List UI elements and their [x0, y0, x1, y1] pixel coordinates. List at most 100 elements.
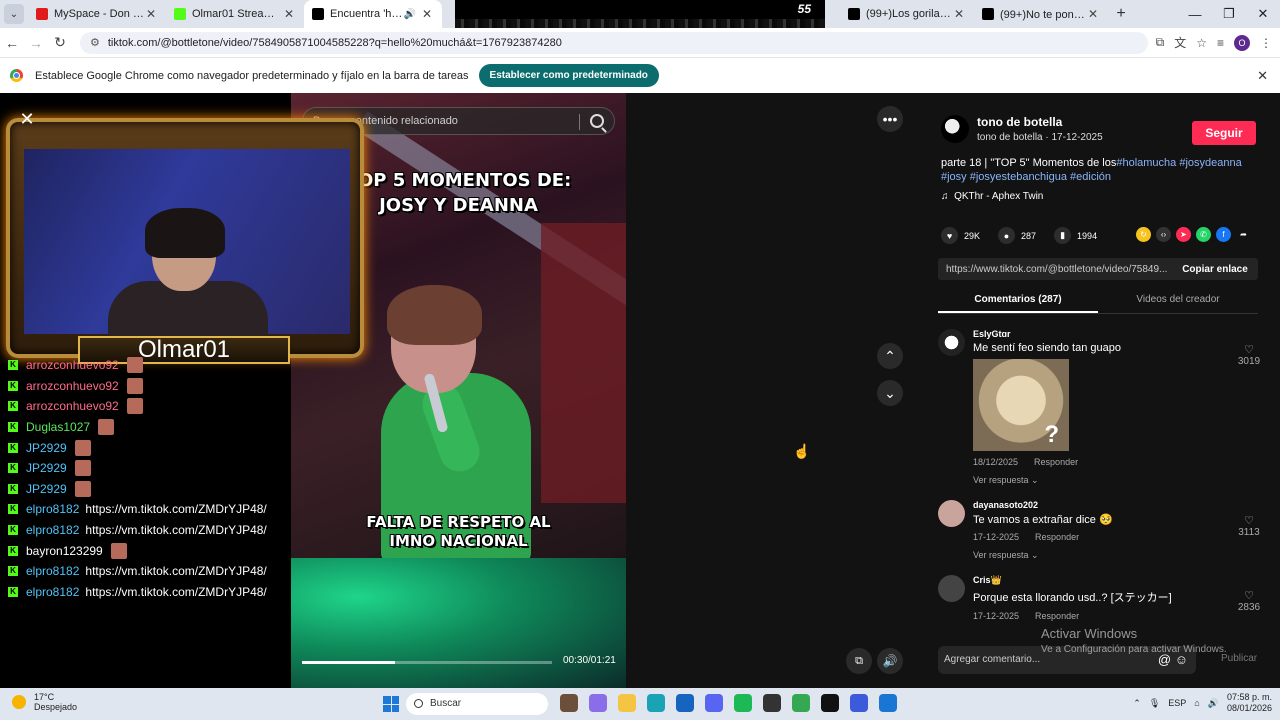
comment-author[interactable]: EslyGtɑr [973, 325, 1240, 339]
address-bar[interactable]: ⚙ tiktok.com/@bottletone/video/758490587… [80, 31, 1148, 54]
language-indicator[interactable]: ESP [1168, 698, 1186, 708]
menu-icon[interactable]: ⋮ [1260, 36, 1272, 50]
chevron-down-icon[interactable]: ⌄ [877, 380, 903, 406]
profile-avatar[interactable]: O [1234, 34, 1250, 51]
edge-icon[interactable] [647, 694, 665, 712]
close-icon[interactable]: ✕ [1086, 7, 1100, 21]
heart-icon[interactable]: ♡ [1234, 589, 1264, 602]
comment-like[interactable]: ♡ 3113 [1234, 514, 1264, 538]
site-info-icon[interactable]: ⚙ [90, 36, 100, 49]
heart-icon[interactable]: ♥ [941, 227, 958, 244]
music-title[interactable]: QKThr - Aphex Twin [954, 191, 1043, 202]
view-replies[interactable]: Ver respuesta ⌄ [973, 550, 1240, 561]
reload-icon[interactable]: ↻ [48, 34, 72, 51]
reply-button[interactable]: Responder [1035, 611, 1079, 621]
app-icon[interactable] [850, 694, 868, 712]
whatsapp-icon[interactable]: ✆ [1196, 227, 1211, 242]
hashtag-links[interactable]: #holamucha #josydeanna [1116, 157, 1241, 169]
view-replies[interactable]: Ver respuesta ⌄ [973, 475, 1240, 486]
clock[interactable]: 07:58 p. m. 08/01/2026 [1227, 692, 1272, 714]
network-icon[interactable]: ⌂ [1194, 698, 1199, 708]
set-default-button[interactable]: Establecer como predeterminado [478, 64, 659, 87]
heart-icon[interactable]: ♡ [1234, 343, 1264, 356]
video-link[interactable]: https://www.tiktok.com/@bottletone/video… [938, 264, 1172, 275]
reply-button[interactable]: Responder [1034, 457, 1078, 467]
avatar[interactable] [938, 575, 965, 602]
close-icon[interactable]: ✕ [282, 7, 296, 21]
mic-icon[interactable]: 🎙 [1149, 698, 1160, 709]
tab-no-te-ponches[interactable]: (99+)No te ponches 🌶️ ... ✕ [974, 0, 1108, 28]
chevron-up-icon[interactable]: ⌃ [1133, 698, 1141, 709]
install-app-icon[interactable]: ⧉ [1156, 35, 1165, 50]
floating-player-icon[interactable]: ⧉ [846, 648, 872, 674]
chat-username[interactable]: JP2929 [26, 461, 67, 475]
chat-username[interactable]: Duglas1027 [26, 420, 90, 434]
photos-icon[interactable] [879, 694, 897, 712]
comment-like[interactable]: ♡ 2836 [1234, 589, 1264, 613]
app-icon[interactable] [763, 694, 781, 712]
chat-username[interactable]: elpro8182 [26, 585, 79, 599]
more-options-icon[interactable]: ••• [877, 106, 903, 132]
chrome-icon[interactable] [792, 694, 810, 712]
tab-creator-videos[interactable]: Videos del creador [1098, 288, 1258, 313]
tiktok-icon[interactable] [821, 694, 839, 712]
copy-link-button[interactable]: Copiar enlace [1172, 264, 1258, 275]
windows-start-icon[interactable] [383, 696, 399, 712]
restore-icon[interactable]: ❐ [1212, 6, 1246, 22]
comment-author[interactable]: Cris👑 [973, 571, 1240, 586]
follow-button[interactable]: Seguir [1192, 121, 1256, 145]
speaker-icon[interactable]: 🔊 [404, 9, 416, 20]
chat-username[interactable]: arrozconhuevo92 [26, 358, 119, 372]
chat-username[interactable]: elpro8182 [26, 523, 79, 537]
comment-icon[interactable]: ● [998, 227, 1016, 244]
author-name[interactable]: tono de botella [977, 115, 1103, 129]
translate-icon[interactable]: 文 [1174, 34, 1186, 51]
chevron-up-icon[interactable]: ⌃ [877, 343, 903, 369]
avatar[interactable] [941, 115, 969, 143]
tab-comments[interactable]: Comentarios (287) [938, 288, 1098, 313]
comment-like[interactable]: ♡ 3019 [1234, 343, 1264, 367]
spotify-icon[interactable] [734, 694, 752, 712]
volume-icon[interactable]: 🔊 [877, 648, 903, 674]
minimize-icon[interactable]: — [1178, 7, 1212, 22]
store-icon[interactable] [676, 694, 694, 712]
tab-search-button[interactable]: ⌄ [4, 4, 24, 24]
reply-button[interactable]: Responder [1035, 532, 1079, 542]
tab-olmar-stream[interactable]: Olmar01 Stream - Watch ✕ [166, 0, 304, 28]
bookmark-icon[interactable]: ▮ [1054, 227, 1072, 244]
copilot-icon[interactable] [589, 694, 607, 712]
author-info[interactable]: tono de botella tono de botella · 17-12-… [941, 115, 1103, 143]
close-icon[interactable]: ✕ [952, 7, 966, 21]
tab-tiktok-active[interactable]: Encuentra 'hello muc... 🔊 ✕ [304, 0, 442, 28]
chat-username[interactable]: bayron123299 [26, 544, 103, 558]
chat-username[interactable]: arrozconhuevo92 [26, 399, 119, 413]
close-icon[interactable]: ✕ [144, 7, 158, 21]
save-stat[interactable]: ▮ 1994 [1054, 227, 1097, 244]
back-icon[interactable]: ← [0, 35, 24, 51]
volume-icon[interactable]: 🔊 [1208, 698, 1219, 709]
bookmark-star-icon[interactable]: ☆ [1196, 36, 1207, 50]
video-progress-bar[interactable] [302, 661, 552, 664]
close-icon[interactable]: ✕ [16, 108, 38, 130]
comment-stat[interactable]: ● 287 [998, 227, 1036, 244]
avatar[interactable] [938, 329, 965, 356]
reading-list-icon[interactable]: ≡ [1217, 36, 1224, 50]
close-icon[interactable]: ✕ [420, 7, 434, 21]
hashtag-links[interactable]: #josy #josyestebanchigua #edición [941, 171, 1111, 183]
heart-icon[interactable]: ♡ [1234, 514, 1264, 527]
tab-gorilas[interactable]: (99+)Los gorilas en mem... ✕ [840, 0, 974, 28]
close-icon[interactable]: ✕ [1257, 68, 1268, 84]
chat-username[interactable]: arrozconhuevo92 [26, 379, 119, 393]
forward-icon[interactable]: → [24, 35, 48, 51]
file-explorer-icon[interactable] [618, 694, 636, 712]
chat-username[interactable]: JP2929 [26, 482, 67, 496]
close-window-icon[interactable]: ✕ [1246, 6, 1280, 22]
discord-icon[interactable] [705, 694, 723, 712]
tab-myspace[interactable]: MySpace - Don Omar, W... ✕ [28, 0, 166, 28]
chat-username[interactable]: elpro8182 [26, 564, 79, 578]
avatar[interactable] [938, 500, 965, 527]
weather-widget[interactable]: 17°C Despejado [12, 692, 77, 712]
chat-username[interactable]: JP2929 [26, 441, 67, 455]
like-stat[interactable]: ♥ 29K [941, 227, 980, 244]
embed-icon[interactable]: ‹› [1156, 227, 1171, 242]
